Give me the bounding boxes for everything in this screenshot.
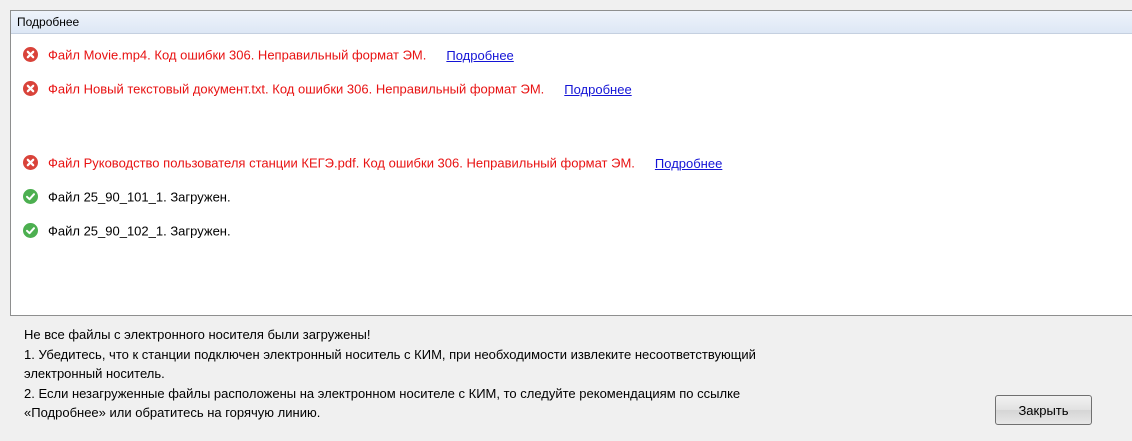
details-panel: Подробнее Файл Movie.mp4. Код ошибки 306…	[10, 10, 1132, 316]
log-message: Файл Руководство пользователя станции КЕ…	[48, 155, 635, 171]
panel-title: Подробнее	[11, 11, 1132, 34]
log-item-error: Файл Руководство пользователя станции КЕ…	[23, 153, 722, 173]
info-line: 2. Если незагруженные файлы расположены …	[24, 385, 741, 401]
log-message: Файл Новый текстовый документ.txt. Код о…	[48, 81, 545, 97]
info-text: Не все файлы с электронного носителя был…	[24, 325, 964, 423]
success-icon	[23, 223, 38, 239]
log-message: Файл 25_90_102_1. Загружен.	[48, 223, 231, 239]
log-item-error: Файл Новый текстовый документ.txt. Код о…	[23, 79, 632, 99]
error-icon	[23, 155, 38, 171]
info-line: 1. Убедитесь, что к станции подключен эл…	[24, 346, 756, 362]
log-message: Файл 25_90_101_1. Загружен.	[48, 189, 231, 205]
details-link[interactable]: Подробнее	[446, 48, 513, 63]
info-line: электронный носитель.	[24, 366, 165, 381]
error-icon	[23, 81, 38, 97]
success-icon	[23, 189, 38, 205]
log-item-error: Файл Movie.mp4. Код ошибки 306. Неправил…	[23, 45, 514, 65]
info-line: Не все файлы с электронного носителя был…	[24, 327, 371, 342]
log-item-success: Файл 25_90_102_1. Загружен.	[23, 221, 231, 241]
log-message: Файл Movie.mp4. Код ошибки 306. Неправил…	[48, 47, 427, 63]
error-icon	[23, 47, 38, 63]
close-button[interactable]: Закрыть	[995, 395, 1092, 425]
log-item-success: Файл 25_90_101_1. Загружен.	[23, 187, 231, 207]
info-line: «Подробнее» или обратитесь на горячую ли…	[24, 405, 321, 420]
details-link[interactable]: Подробнее	[564, 82, 631, 97]
details-link[interactable]: Подробнее	[655, 156, 722, 171]
